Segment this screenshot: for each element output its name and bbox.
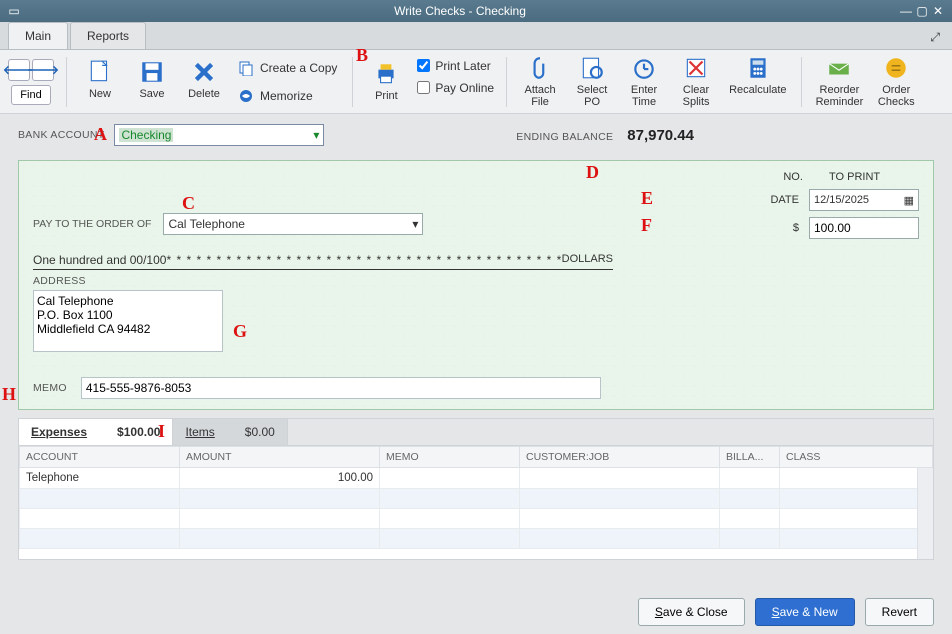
title-bar: ▭ Write Checks - Checking — ▢ ✕ [0,0,952,22]
table-row[interactable] [20,509,933,529]
memo-input[interactable] [81,377,601,399]
ending-balance-value: 87,970.44 [627,127,694,144]
delete-button[interactable]: Delete [183,57,225,102]
save-new-button[interactable]: Save & New [755,598,855,626]
pay-online-checkbox[interactable]: Pay Online [417,81,494,95]
ending-balance-label: ENDING BALANCE [516,131,613,143]
next-button[interactable]: 🡒 [32,59,54,81]
annotation-A: A [94,124,107,145]
annotation-F: F [641,215,652,236]
memo-label: MEMO [33,382,67,394]
chevron-down-icon: ▾ [313,128,319,142]
clear-splits-button[interactable]: Clear Splits [675,53,717,110]
find-button[interactable]: Find [11,85,50,105]
amount-words-line: One hundred and 00/100 * * * * * * * * *… [33,253,613,270]
check-date-label: DATE [770,194,799,206]
table-row[interactable] [20,529,933,549]
col-customer[interactable]: CUSTOMER:JOB [520,447,720,468]
check-date-input[interactable]: 12/15/2025▦ [809,189,919,211]
col-billable[interactable]: BILLA... [720,447,780,468]
check-no-label: NO. [783,171,803,183]
expand-icon[interactable]: ⤢ [926,26,944,49]
annotation-D: D [586,162,599,183]
reorder-reminder-button[interactable]: Reorder Reminder [814,53,866,110]
tab-items[interactable]: Items $0.00 [173,419,287,445]
bank-account-label: BANK ACCOUNT [18,129,104,141]
app-menu-icon[interactable]: ▭ [6,4,22,18]
close-icon[interactable]: ✕ [930,4,946,18]
col-account[interactable]: ACCOUNT [20,447,180,468]
footer-buttons: Save & Close Save & New Revert [638,598,934,626]
tab-main[interactable]: Main [8,22,68,49]
revert-button[interactable]: Revert [865,598,934,626]
print-later-checkbox[interactable]: Print Later [417,59,494,73]
maximize-icon[interactable]: ▢ [914,4,930,18]
annotation-C: C [182,193,195,214]
check-amount-input[interactable] [809,217,919,239]
annotation-I: I [158,421,165,442]
annotation-B: B [356,45,368,66]
address-textarea[interactable] [33,290,223,352]
bank-row: BANK ACCOUNT Checking ▾ ENDING BALANCE 8… [0,114,952,156]
memorize-button[interactable]: Memorize [235,85,340,107]
window-title: Write Checks - Checking [22,4,898,18]
attach-file-button[interactable]: Attach File [519,53,561,110]
tab-strip: Main Reports ⤢ [0,22,952,50]
chevron-down-icon: ▾ [412,217,418,231]
order-checks-button[interactable]: Order Checks [875,53,917,110]
expense-grid[interactable]: ACCOUNT AMOUNT MEMO CUSTOMER:JOB BILLA..… [18,445,934,560]
print-button[interactable]: Print [365,59,407,104]
col-amount[interactable]: AMOUNT [180,447,380,468]
calendar-icon[interactable]: ▦ [904,194,914,207]
create-copy-button[interactable]: Create a Copy [235,57,340,79]
dollar-sign: $ [793,222,799,234]
new-button[interactable]: New [79,57,121,102]
tab-reports[interactable]: Reports [70,22,146,49]
col-memo[interactable]: MEMO [380,447,520,468]
select-po-button[interactable]: Select PO [571,53,613,110]
annotation-E: E [641,188,653,209]
bank-account-select[interactable]: Checking ▾ [114,124,324,146]
recalculate-button[interactable]: Recalculate [727,53,788,98]
check-face: NO. TO PRINT DATE 12/15/2025▦ $ PAY TO T… [18,160,934,410]
annotation-G: G [233,321,247,342]
toolbar: 🡐 🡒 Find New Save Delete Create a Copy M… [0,50,952,114]
check-no-value: TO PRINT [829,171,919,183]
enter-time-button[interactable]: Enter Time [623,53,665,110]
col-class[interactable]: CLASS [780,447,933,468]
table-row[interactable]: Telephone100.00 [20,468,933,489]
minimize-icon[interactable]: — [898,4,914,18]
save-button[interactable]: Save [131,57,173,102]
tab-expenses[interactable]: Expenses $100.00 [19,419,173,445]
annotation-H: H [2,384,16,405]
split-tabs: Expenses $100.00 Items $0.00 [18,418,934,445]
address-label: ADDRESS [33,275,223,287]
payto-label: PAY TO THE ORDER OF [33,218,151,230]
payto-select[interactable]: Cal Telephone▾ [163,213,423,235]
grid-scrollbar[interactable] [917,468,933,559]
save-close-button[interactable]: Save & Close [638,598,745,626]
table-row[interactable] [20,489,933,509]
